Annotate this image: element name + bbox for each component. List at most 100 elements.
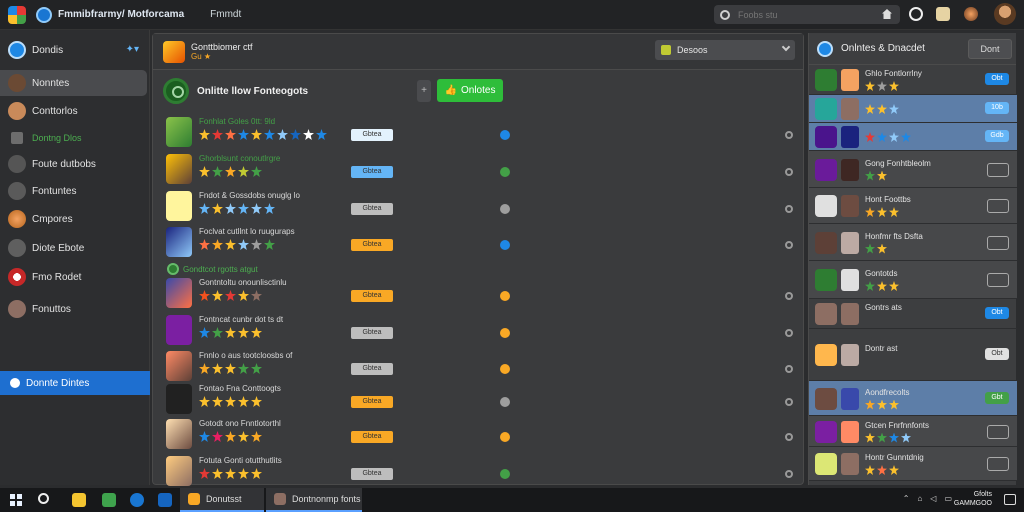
start-icon[interactable] bbox=[10, 494, 22, 506]
item-name: Gontotds bbox=[865, 269, 898, 278]
search-icon[interactable] bbox=[38, 493, 49, 504]
status-badge[interactable]: Gbtea bbox=[351, 396, 393, 408]
select-radio[interactable] bbox=[785, 241, 793, 249]
game-row[interactable]: Ghorblsunt conoutlrgre Gbtea bbox=[163, 152, 793, 186]
primary-action-button[interactable]: 👍 Onlotes bbox=[437, 79, 503, 102]
select-radio[interactable] bbox=[785, 470, 793, 478]
browser-icon[interactable] bbox=[130, 493, 144, 507]
game-art-icon bbox=[841, 344, 859, 366]
section-icon bbox=[163, 78, 189, 104]
add-icon[interactable]: ✦▾ bbox=[126, 44, 139, 55]
right-panel-item[interactable]: Gdb bbox=[809, 123, 1017, 151]
item-tag[interactable]: Gbt bbox=[985, 391, 1009, 404]
status-badge[interactable]: Gbtea bbox=[351, 239, 393, 251]
status-badge[interactable]: Gbtea bbox=[351, 166, 393, 178]
game-row[interactable]: Fndot & Gossdobs onuglg lo Gbtea bbox=[163, 189, 793, 223]
select-radio[interactable] bbox=[785, 398, 793, 406]
select-radio[interactable] bbox=[785, 329, 793, 337]
game-row[interactable]: Gotodt ono Fnntlotorthl Gbtea bbox=[163, 417, 793, 451]
sidebar-item[interactable]: Nonntes bbox=[0, 70, 147, 96]
right-panel-item[interactable]: Dontr ast Obt bbox=[809, 329, 1017, 381]
item-icon bbox=[8, 300, 26, 318]
item-action-box[interactable] bbox=[987, 457, 1009, 471]
folder-icon[interactable] bbox=[72, 493, 86, 507]
item-tag[interactable]: Obt bbox=[985, 73, 1009, 85]
help-icon[interactable] bbox=[909, 7, 923, 21]
game-row[interactable]: Fonhlat Goles 0tt: 9ld Gbtea bbox=[163, 115, 793, 149]
search-input[interactable] bbox=[738, 9, 858, 20]
notes-icon[interactable] bbox=[936, 7, 950, 21]
item-action-box[interactable] bbox=[987, 273, 1009, 287]
game-row[interactable]: Fontao Fna Conttoogts Gbtea bbox=[163, 382, 793, 416]
select-radio[interactable] bbox=[785, 205, 793, 213]
item-action-box[interactable] bbox=[987, 235, 1009, 250]
user-avatar[interactable] bbox=[994, 3, 1016, 25]
game-row[interactable]: Foclvat cutllnt lo ruuguraps Gbtea bbox=[163, 225, 793, 259]
home-icon[interactable] bbox=[882, 9, 892, 19]
sidebar-item[interactable]: Dontng Dlos bbox=[0, 125, 147, 151]
status-dot-icon bbox=[500, 204, 510, 214]
right-panel-item[interactable]: 10b bbox=[809, 95, 1017, 123]
clock[interactable]: Gfolts GAMMGOO bbox=[954, 490, 992, 508]
item-action-box[interactable] bbox=[987, 424, 1009, 439]
right-panel-item[interactable]: Hont Foottbs bbox=[809, 188, 1017, 224]
item-tag[interactable]: Obt bbox=[985, 307, 1009, 319]
panel-dropdown-button[interactable]: Dont bbox=[968, 39, 1012, 59]
notification-icon[interactable] bbox=[1004, 494, 1016, 505]
item-tag[interactable]: Obt bbox=[985, 348, 1009, 360]
sidebar-item[interactable]: Fonuttos bbox=[0, 296, 147, 322]
taskbar-tab[interactable]: Donutsst bbox=[180, 488, 264, 512]
status-badge[interactable]: Gbtea bbox=[351, 468, 393, 480]
right-panel-item[interactable]: Gong Fonhtbleolm bbox=[809, 151, 1017, 188]
right-panel-item[interactable]: Gtcen Fnrfnnfonts bbox=[809, 416, 1017, 447]
game-row[interactable]: Fnnlo o aus tootcloosbs of Gbtea bbox=[163, 349, 793, 383]
select-radio[interactable] bbox=[785, 365, 793, 373]
status-badge[interactable]: Gbtea bbox=[351, 203, 393, 215]
taskbar-tab[interactable]: Dontnonmp fonts bbox=[266, 488, 362, 512]
status-badge[interactable]: Gbtea bbox=[351, 431, 393, 443]
sidebar-header[interactable]: Dondis ✦▾ bbox=[0, 30, 149, 70]
right-panel-item[interactable]: Honfmr fts Dsfta bbox=[809, 224, 1017, 261]
filter-dropdown[interactable]: Desoos bbox=[655, 40, 795, 60]
item-action-box[interactable] bbox=[987, 199, 1009, 213]
status-badge[interactable]: Gbtea bbox=[351, 363, 393, 375]
sidebar-item[interactable]: Fmo Rodet bbox=[0, 264, 147, 290]
right-panel-item[interactable]: Ghlo Fontlorrlny Obt bbox=[809, 65, 1017, 95]
status-badge[interactable]: Gbtea bbox=[351, 290, 393, 302]
sidebar-item[interactable]: Foute dutbobs bbox=[0, 151, 147, 177]
sidebar-item[interactable]: Diote Ebote bbox=[0, 235, 147, 261]
right-panel-item[interactable]: Aondfrecolts Gbt bbox=[809, 381, 1017, 416]
status-badge[interactable]: Gbtea bbox=[351, 129, 393, 141]
item-action-box[interactable] bbox=[987, 162, 1009, 177]
store-icon[interactable] bbox=[102, 493, 116, 507]
rating-stars bbox=[199, 468, 262, 479]
system-tray[interactable]: ⌃ ⌂ ◁ ▭ bbox=[903, 494, 952, 503]
item-tag[interactable]: 10b bbox=[985, 102, 1009, 114]
rating-star-icon bbox=[865, 399, 875, 410]
status-badge[interactable]: Gbtea bbox=[351, 327, 393, 339]
search-bar[interactable] bbox=[714, 5, 900, 24]
item-tag[interactable]: Gdb bbox=[985, 130, 1009, 142]
sidebar-item[interactable]: Cmpores bbox=[0, 206, 147, 232]
select-radio[interactable] bbox=[785, 433, 793, 441]
sidebar-item[interactable]: Fontuntes bbox=[0, 178, 147, 204]
rating-star-icon bbox=[901, 432, 911, 443]
select-radio[interactable] bbox=[785, 292, 793, 300]
sidebar-item[interactable]: Conttorlos bbox=[0, 98, 147, 124]
game-row[interactable]: Gontntoltu onounlisctinlu Gbtea bbox=[163, 276, 793, 310]
game-icon bbox=[815, 303, 837, 325]
sidebar-item-active-blue[interactable]: Donnte Dintes bbox=[0, 371, 150, 395]
right-panel-item[interactable]: Hontr Gunntdnig bbox=[809, 447, 1017, 481]
profile-icon[interactable] bbox=[964, 7, 978, 21]
game-row[interactable]: Fontncat cunbr dot ts dt Gbtea bbox=[163, 313, 793, 347]
select-radio[interactable] bbox=[785, 131, 793, 139]
select-radio[interactable] bbox=[785, 168, 793, 176]
menu-item[interactable]: Fmmdt bbox=[210, 9, 241, 20]
game-art-icon bbox=[841, 231, 859, 254]
app-badge-icon[interactable] bbox=[36, 6, 52, 23]
plus-button[interactable]: + bbox=[417, 80, 431, 102]
right-panel-item[interactable]: Gontotds bbox=[809, 261, 1017, 299]
right-panel-item[interactable]: Gontrs ats Obt bbox=[809, 299, 1017, 329]
game-row[interactable]: Fotuta Gonti otutthutlits Gbtea bbox=[163, 454, 793, 488]
app-icon[interactable] bbox=[158, 493, 172, 507]
